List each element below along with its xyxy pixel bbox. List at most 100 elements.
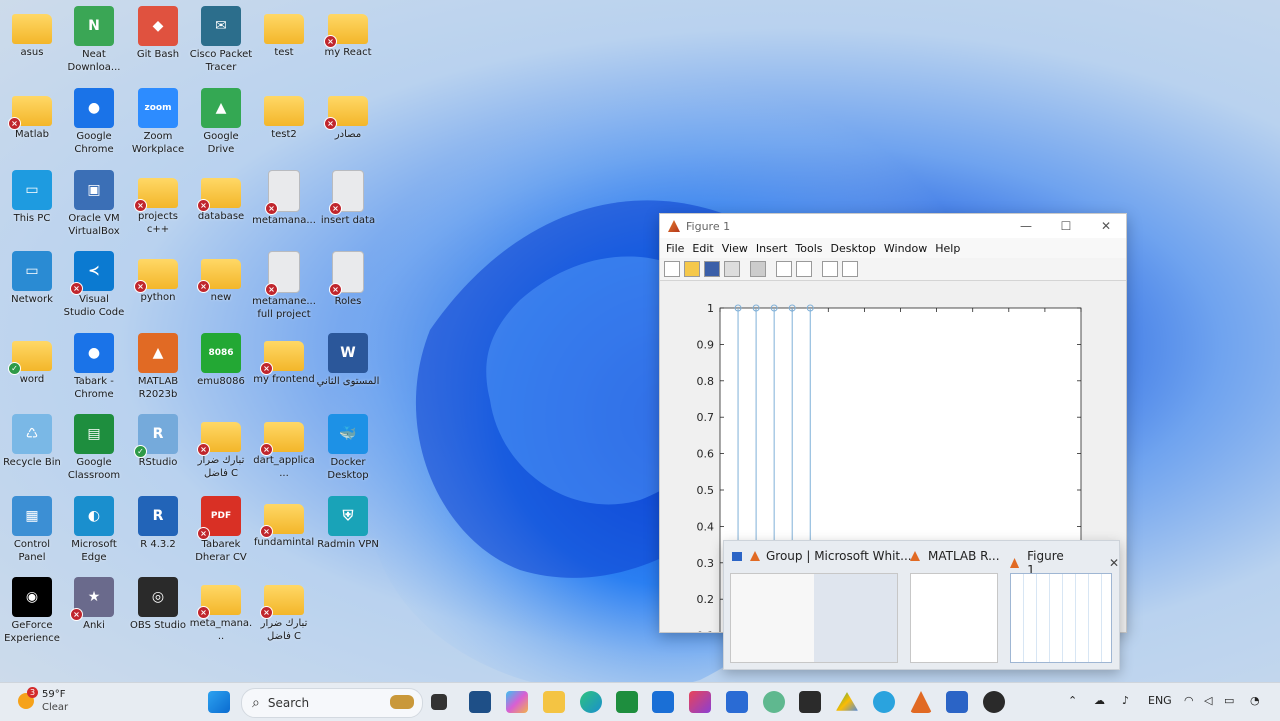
preview-thumb-whiteboard[interactable] [730,573,898,663]
taskbar-app-snipping-icon[interactable] [469,691,491,713]
legend-icon[interactable] [796,261,812,277]
desktop-icon[interactable]: ⛨ Radmin VPN [316,496,380,551]
desktop-icon[interactable]: × fundamintal [252,496,316,549]
desktop-icon[interactable]: × metamana... [252,170,316,227]
windows-start-icon[interactable] [208,691,230,713]
desktop-icon[interactable]: ▲ MATLAB R2023b [126,333,190,401]
open-file-icon[interactable] [684,261,700,277]
print-preview-icon[interactable] [750,261,766,277]
battery-icon[interactable]: ▭ [1224,694,1234,707]
desktop-icon[interactable]: ● Tabark - Chrome [62,333,126,401]
menu-window[interactable]: Window [884,242,927,255]
close-button[interactable]: ✕ [1086,214,1126,238]
desktop-icon[interactable]: ≺ × Visual Studio Code [62,251,126,319]
telegram-icon[interactable] [873,691,895,713]
desktop-icon[interactable]: zoom Zoom Workplace [126,88,190,156]
desktop-icon[interactable]: × new [189,251,253,304]
desktop-icon[interactable]: ▭ Network [0,251,64,306]
language-indicator[interactable]: ENG [1148,694,1172,707]
minimize-button[interactable]: — [1006,214,1046,238]
preview-item-whiteboard[interactable]: Group | Microsoft Whit... [732,549,912,563]
onedrive-icon[interactable]: ☁ [1094,694,1105,707]
desktop-icon[interactable]: ◉ GeForce Experience [0,577,64,645]
print-icon[interactable] [724,261,740,277]
desktop-icon[interactable]: ▭ This PC [0,170,64,225]
maximize-button[interactable]: ☐ [1046,214,1086,238]
desktop-icon[interactable]: PDF × Tabarek Dherar CV [189,496,253,564]
desktop-icon[interactable]: test [252,6,316,59]
desktop-icon[interactable]: ▲ Google Drive [189,88,253,156]
desktop-icon[interactable]: ◐ Microsoft Edge [62,496,126,564]
desktop-icon[interactable]: test2 [252,88,316,141]
wifi-icon[interactable]: ◠ [1184,694,1194,707]
app-icon-colorful[interactable] [689,691,711,713]
menu-desktop[interactable]: Desktop [831,242,876,255]
notification-bell-icon[interactable]: ◔ [1250,694,1260,707]
new-figure-icon[interactable] [664,261,680,277]
taskbar-preview-popup[interactable]: Group | Microsoft Whit... MATLAB R... Fi… [723,540,1120,670]
classroom-icon[interactable] [616,691,638,713]
obs-taskbar-icon[interactable] [983,691,1005,713]
desktop-icon[interactable]: ◆ Git Bash [126,6,190,61]
menu-file[interactable]: File [666,242,684,255]
desktop-icon[interactable]: ● Google Chrome [62,88,126,156]
preview-thumb-figure[interactable] [1010,573,1112,663]
desktop-icon[interactable]: ▦ Control Panel [0,496,64,564]
desktop-icon[interactable]: ✓ word [0,333,64,386]
desktop-icon[interactable]: × my React [316,6,380,59]
tray-chevron-icon[interactable]: ⌃ [1068,694,1077,707]
edit-plot-pointer-icon[interactable] [822,261,838,277]
text-editor-icon[interactable] [799,691,821,713]
desktop-icon[interactable]: × my frontend [252,333,316,386]
desktop-icon[interactable]: × Matlab [0,88,64,141]
desktop-icon[interactable]: × insert data [316,170,380,227]
whiteboard-taskbar-icon[interactable] [946,691,968,713]
edge-icon[interactable] [580,691,602,713]
volume-icon[interactable]: ◁ [1204,694,1212,707]
desktop-icon[interactable]: N Neat Downloa... [62,6,126,74]
file-explorer-icon[interactable] [543,691,565,713]
desktop-icon[interactable]: × تبارك ضرار فاضل C [189,414,253,480]
desktop-icon[interactable]: ♺ Recycle Bin [0,414,64,469]
property-inspector-icon[interactable] [842,261,858,277]
desktop-icon[interactable]: ▣ Oracle VM VirtualBox [62,170,126,238]
desktop-icon[interactable]: asus [0,6,64,59]
figure-titlebar[interactable]: Figure 1 — ☐ ✕ [660,214,1126,238]
preview-close-button[interactable]: ✕ [1109,556,1119,570]
taskbar-search[interactable]: ⌕ Search [241,688,423,718]
copilot-icon[interactable] [506,691,528,713]
desktop-icon[interactable]: R R 4.3.2 [126,496,190,551]
desktop-icon[interactable]: ◎ OBS Studio [126,577,190,632]
chatgpt-icon[interactable] [763,691,785,713]
desktop-icon[interactable]: × database [189,170,253,223]
menu-edit[interactable]: Edit [692,242,713,255]
desktop-icon[interactable]: R ✓ RStudio [126,414,190,469]
desktop-icon[interactable]: × تبارك ضرار فاضل C [252,577,316,643]
preview-thumb-matlab[interactable] [910,573,998,663]
desktop-icon[interactable]: × Roles [316,251,380,308]
desktop-icon[interactable]: × python [126,251,190,304]
menu-help[interactable]: Help [935,242,960,255]
desktop-icon[interactable]: × metamane... full project [252,251,316,321]
desktop-icon[interactable]: × dart_applica... [252,414,316,480]
matlab-taskbar-icon[interactable] [910,691,932,713]
desktop-icon[interactable]: 🐳 Docker Desktop [316,414,380,482]
desktop-icon[interactable]: ★ × Anki [62,577,126,632]
menu-view[interactable]: View [722,242,748,255]
save-icon[interactable] [704,261,720,277]
colorbar-icon[interactable] [776,261,792,277]
desktop-icon[interactable]: ▤ Google Classroom [62,414,126,482]
desktop-icon[interactable]: × مصادر [316,88,380,141]
desktop-icon[interactable]: × projects c++ [126,170,190,236]
google-drive-icon[interactable] [836,692,858,711]
desktop-icon[interactable]: ✉ Cisco Packet Tracer [189,6,253,74]
weather-widget[interactable]: 3 59°F Clear [18,687,78,717]
preview-item-matlab[interactable]: MATLAB R... [910,549,1000,563]
microphone-icon[interactable]: ♪ [1122,694,1129,707]
store-icon[interactable] [652,691,674,713]
calculator-icon[interactable] [726,691,748,713]
menu-tools[interactable]: Tools [795,242,822,255]
desktop-icon[interactable]: 8086 emu8086 [189,333,253,388]
desktop-icon[interactable]: W المستوى الثاني [316,333,380,388]
desktop-icon[interactable]: × meta_mana... [189,577,253,643]
